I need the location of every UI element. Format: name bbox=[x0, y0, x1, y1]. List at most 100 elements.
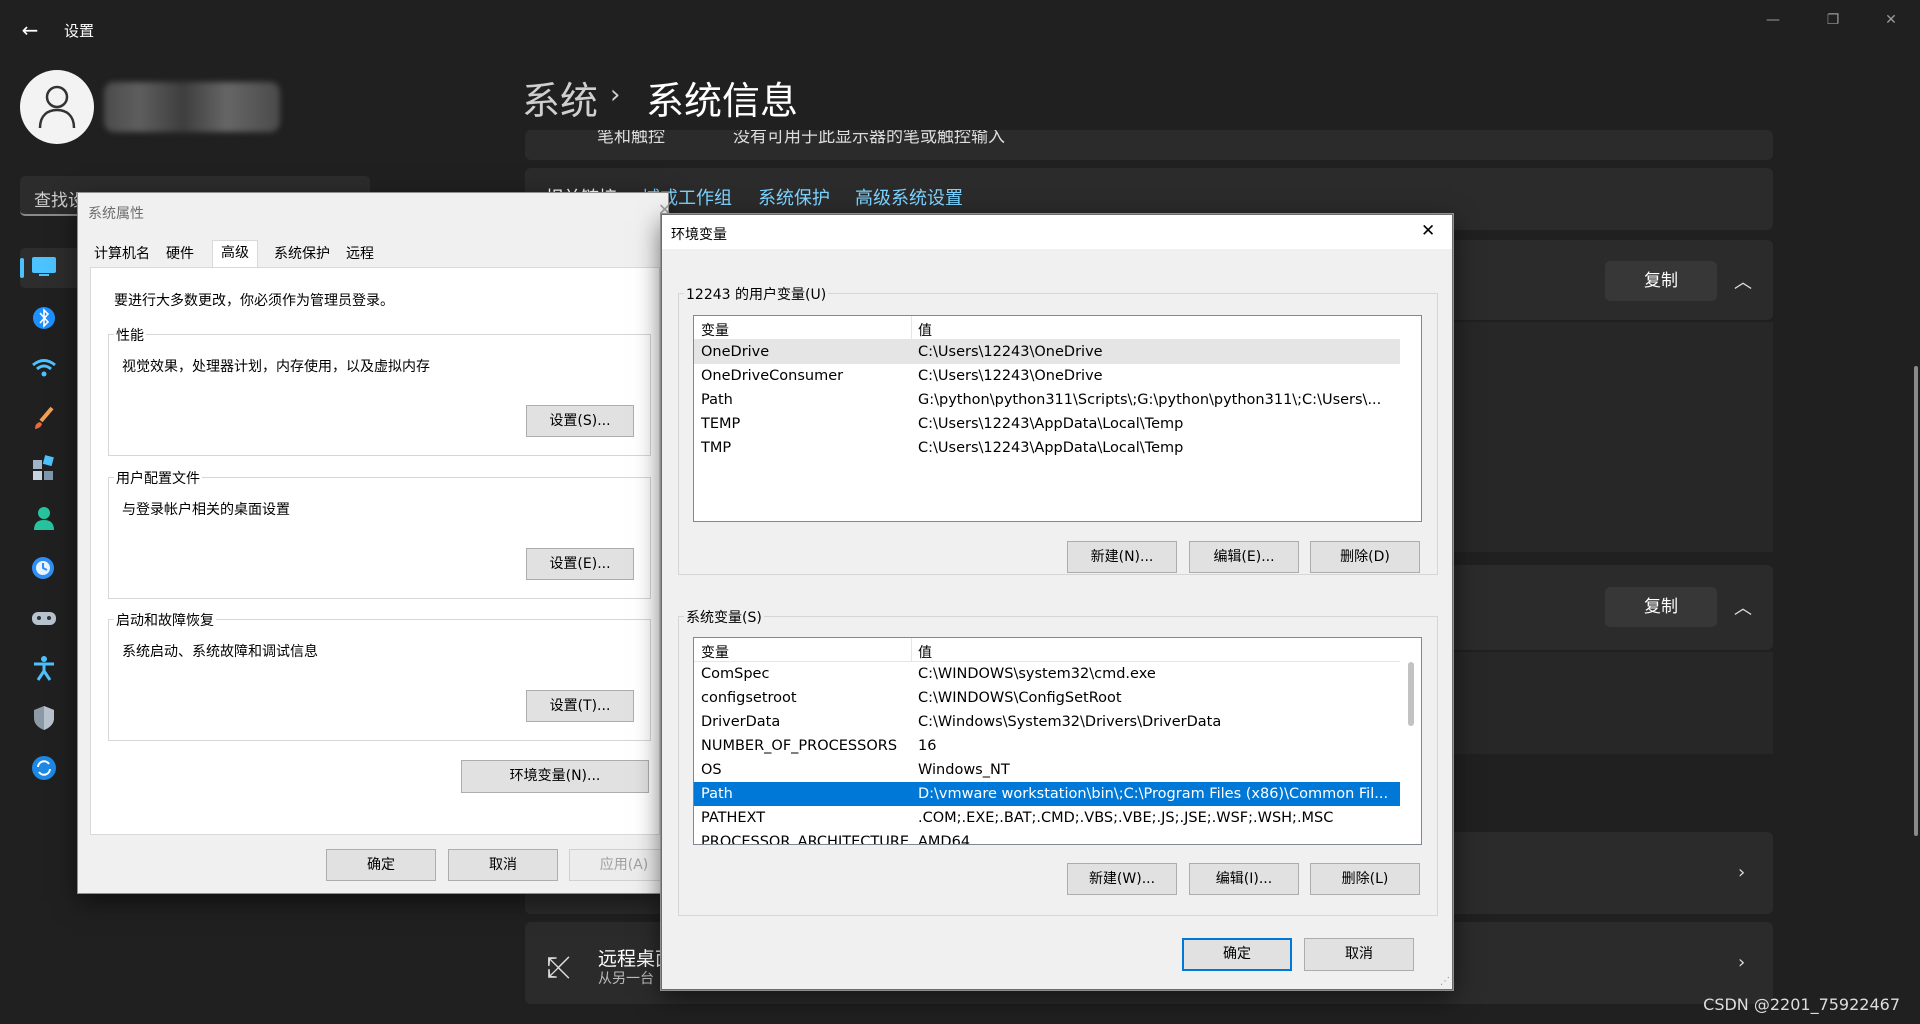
env-cancel-button[interactable]: 取消 bbox=[1304, 938, 1414, 971]
variable-value: C:\Users\12243\AppData\Local\Temp bbox=[918, 416, 1184, 432]
accessibility-icon[interactable] bbox=[30, 654, 58, 682]
variable-value: C:\Users\12243\AppData\Local\Temp bbox=[918, 440, 1184, 456]
close-window-button[interactable]: ✕ bbox=[1868, 8, 1914, 32]
column-divider[interactable] bbox=[911, 316, 912, 340]
system-properties-title: 系统属性 bbox=[88, 206, 144, 222]
list-item[interactable]: OneDrive C:\Users\12243\OneDrive bbox=[694, 340, 1400, 364]
list-item[interactable]: configsetroot C:\WINDOWS\ConfigSetRoot bbox=[694, 686, 1400, 710]
sysprops-ok-button[interactable]: 确定 bbox=[326, 849, 436, 881]
list-item[interactable]: Path D:\vmware workstation\bin\;C:\Progra… bbox=[694, 782, 1400, 806]
maximize-button[interactable]: ❐ bbox=[1810, 8, 1856, 32]
variable-name: TEMP bbox=[701, 416, 741, 432]
avatar[interactable] bbox=[20, 70, 94, 144]
list-item[interactable]: PATHEXT .COM;.EXE;.BAT;.CMD;.VBS;.VBE;.JS… bbox=[694, 806, 1400, 830]
list-item[interactable]: Path G:\python\python311\Scripts\;G:\pyth… bbox=[694, 388, 1400, 412]
performance-label: 性能 bbox=[114, 325, 146, 345]
list-item[interactable]: OS Windows_NT bbox=[694, 758, 1400, 782]
minimize-button[interactable]: — bbox=[1750, 8, 1796, 32]
breadcrumb-parent[interactable]: 系统 bbox=[522, 70, 598, 125]
personalization-brush-icon[interactable] bbox=[30, 404, 58, 432]
settings-scrollbar[interactable] bbox=[1914, 366, 1918, 836]
chevron-up-icon[interactable]: ︿ bbox=[1734, 594, 1752, 620]
variable-name: TMP bbox=[701, 440, 732, 456]
variable-name: ComSpec bbox=[701, 666, 770, 682]
list-item[interactable]: PROCESSOR_ARCHITECTURE AMD64 bbox=[694, 830, 1400, 845]
column-divider[interactable] bbox=[911, 638, 912, 662]
column-header-value[interactable]: 值 bbox=[918, 642, 932, 662]
env-ok-button[interactable]: 确定 bbox=[1182, 938, 1292, 971]
bluetooth-icon[interactable] bbox=[30, 304, 58, 332]
variable-value: C:\Users\12243\OneDrive bbox=[918, 368, 1103, 384]
list-item[interactable]: OneDriveConsumer C:\Users\12243\OneDrive bbox=[694, 364, 1400, 388]
list-item[interactable]: DriverData C:\Windows\System32\Drivers\Dr… bbox=[694, 710, 1400, 734]
privacy-shield-icon[interactable] bbox=[30, 704, 58, 732]
list-header: 变量 值 bbox=[694, 316, 1400, 340]
system-delete-button[interactable]: 删除(L) bbox=[1310, 863, 1420, 895]
system-edit-button[interactable]: 编辑(I)... bbox=[1189, 863, 1299, 895]
user-delete-button[interactable]: 删除(D) bbox=[1310, 541, 1420, 573]
user-profile-settings-button[interactable]: 设置(E)... bbox=[526, 548, 634, 580]
page-title: 系统信息 bbox=[646, 79, 799, 123]
system-variables-list[interactable]: 变量 值 ComSpec C:\WINDOWS\system32\cmd.exe c… bbox=[693, 637, 1422, 845]
variable-name: Path bbox=[701, 786, 733, 802]
variable-name: PATHEXT bbox=[701, 810, 766, 826]
app-title: 设置 bbox=[64, 22, 95, 40]
variable-value: C:\Users\12243\OneDrive bbox=[918, 344, 1103, 360]
remote-desktop-icon: ⤪ bbox=[547, 950, 571, 985]
performance-settings-button[interactable]: 设置(S)... bbox=[526, 405, 634, 437]
time-language-icon[interactable] bbox=[30, 554, 58, 582]
env-dialog-title: 环境变量 bbox=[671, 227, 727, 243]
tab-advanced[interactable]: 高级 bbox=[212, 240, 258, 267]
user-new-button[interactable]: 新建(N)... bbox=[1067, 541, 1177, 573]
copy-device-specs-button[interactable]: 复制 bbox=[1605, 261, 1717, 301]
user-variables-list[interactable]: 变量 值 OneDrive C:\Users\12243\OneDrive OneD… bbox=[693, 315, 1422, 522]
column-header-name[interactable]: 变量 bbox=[701, 642, 729, 662]
list-header: 变量 值 bbox=[694, 638, 1400, 662]
env-dialog-titlebar bbox=[662, 215, 1452, 249]
variable-name: OS bbox=[701, 762, 722, 778]
accounts-icon[interactable] bbox=[30, 504, 58, 532]
column-header-name[interactable]: 变量 bbox=[701, 320, 729, 340]
tab-system-protection[interactable]: 系统保护 bbox=[270, 242, 334, 267]
settings-titlebar bbox=[0, 0, 1920, 60]
apps-icon[interactable] bbox=[30, 454, 58, 482]
list-item[interactable]: TMP C:\Users\12243\AppData\Local\Temp bbox=[694, 436, 1400, 460]
system-new-button[interactable]: 新建(W)... bbox=[1067, 863, 1177, 895]
variable-value: AMD64 bbox=[918, 834, 971, 845]
startup-recovery-settings-button[interactable]: 设置(T)... bbox=[526, 690, 634, 722]
back-arrow-icon[interactable]: ← bbox=[16, 16, 44, 44]
sysprops-cancel-button[interactable]: 取消 bbox=[448, 849, 558, 881]
windows-update-icon[interactable] bbox=[30, 754, 58, 782]
list-item[interactable]: NUMBER_OF_PROCESSORS 16 bbox=[694, 734, 1400, 758]
system-icon[interactable] bbox=[30, 254, 58, 282]
tab-hardware[interactable]: 硬件 bbox=[162, 242, 198, 267]
nav-active-indicator bbox=[20, 258, 24, 278]
tab-computer-name[interactable]: 计算机名 bbox=[90, 242, 154, 267]
watermark: CSDN @2201_75922467 bbox=[1703, 995, 1900, 1014]
chevron-up-icon[interactable]: ︿ bbox=[1734, 268, 1752, 294]
column-header-value[interactable]: 值 bbox=[918, 320, 932, 340]
env-dialog-close-icon[interactable]: ✕ bbox=[1421, 221, 1435, 241]
startup-recovery-group bbox=[108, 619, 651, 741]
link-system-protection[interactable]: 系统保护 bbox=[758, 184, 830, 210]
copy-windows-specs-button[interactable]: 复制 bbox=[1605, 587, 1717, 627]
user-profile-group bbox=[108, 477, 651, 599]
user-edit-button[interactable]: 编辑(E)... bbox=[1189, 541, 1299, 573]
user-profile-label: 用户配置文件 bbox=[114, 468, 202, 488]
performance-desc: 视觉效果，处理器计划，内存使用，以及虚拟内存 bbox=[122, 359, 430, 375]
list-item[interactable]: ComSpec C:\WINDOWS\system32\cmd.exe bbox=[694, 662, 1400, 686]
environment-variables-button[interactable]: 环境变量(N)... bbox=[461, 760, 649, 793]
list-item[interactable]: TEMP C:\Users\12243\AppData\Local\Temp bbox=[694, 412, 1400, 436]
username-blurred bbox=[104, 82, 280, 132]
link-advanced-system-settings[interactable]: 高级系统设置 bbox=[855, 184, 963, 210]
system-variables-label: 系统变量(S) bbox=[684, 607, 764, 627]
person-icon bbox=[38, 85, 76, 129]
gaming-icon[interactable] bbox=[30, 604, 58, 632]
system-variables-scrollbar-thumb[interactable] bbox=[1408, 662, 1414, 726]
chevron-right-icon: › bbox=[1738, 952, 1746, 973]
performance-group bbox=[108, 334, 651, 456]
resize-grip-icon[interactable]: ⋰ bbox=[1440, 976, 1450, 987]
variable-value: D:\vmware workstation\bin\;C:\Program Fi… bbox=[918, 786, 1389, 802]
tab-remote[interactable]: 远程 bbox=[342, 242, 378, 267]
wifi-icon[interactable] bbox=[30, 354, 58, 382]
